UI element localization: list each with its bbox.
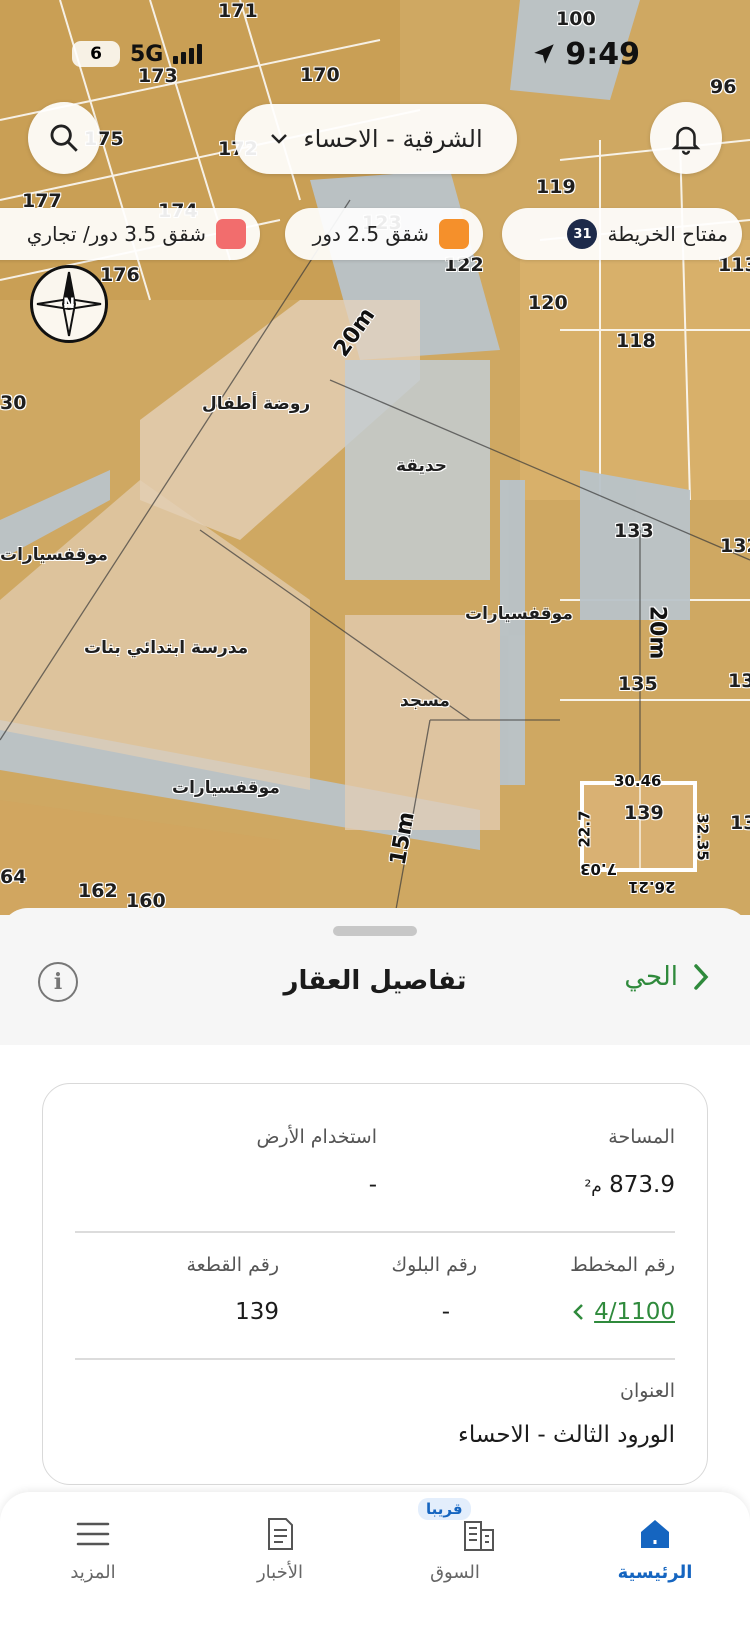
plot-number: 170 xyxy=(300,64,340,86)
legend-swatch xyxy=(216,219,246,249)
legend-swatch xyxy=(439,219,469,249)
location-arrow-icon xyxy=(534,44,555,64)
plot-number: 64 xyxy=(0,866,27,888)
search-icon xyxy=(50,124,78,152)
plot-dimension: 22.7 xyxy=(575,810,594,848)
divider xyxy=(75,1358,675,1360)
plan-number-label: رقم المخطط xyxy=(570,1254,675,1276)
plot-number: 13 xyxy=(730,812,750,834)
battery-indicator: 6 xyxy=(72,41,120,67)
tab-more[interactable]: المزيد xyxy=(18,1492,168,1628)
plot-number-label: رقم القطعة xyxy=(186,1254,279,1276)
plot-number: 162 xyxy=(78,880,118,902)
plot-dimension: 7.03 xyxy=(580,860,618,878)
menu-icon xyxy=(76,1522,110,1546)
status-bar-right: 9:49 xyxy=(531,36,640,72)
document-icon xyxy=(268,1518,293,1550)
bottom-tab-bar: الرئيسية قريبا السوق الأخبار المزيد xyxy=(0,1492,750,1628)
label-parking: موقفسيارات xyxy=(465,604,573,624)
plot-number-value: 139 xyxy=(235,1299,279,1325)
label-parking: موقفسيارات xyxy=(0,545,108,565)
region-name: الشرقية - الاحساء xyxy=(303,125,483,153)
area-value: 873.9 م² xyxy=(584,1172,675,1198)
legend-item-apartments-3-5-commercial[interactable]: شقق 3.5 دور/ تجاري xyxy=(0,208,260,260)
map-view[interactable]: 171 100 96 173 170 175 172 177 174 123 1… xyxy=(0,0,750,915)
search-button[interactable] xyxy=(28,102,100,174)
legend-label: شقق 2.5 دور xyxy=(312,222,429,246)
label-mosque: مسجد xyxy=(400,691,450,711)
plot-number: 120 xyxy=(528,292,568,314)
map-legend-button[interactable]: مفتاح الخريطة 31 xyxy=(502,208,742,260)
block-number-value: - xyxy=(441,1299,450,1325)
tab-home-label: الرئيسية xyxy=(617,1562,693,1583)
neighborhood-link[interactable]: الحي xyxy=(624,962,710,992)
land-use-value: - xyxy=(368,1172,377,1198)
bell-icon xyxy=(671,126,701,155)
neighborhood-link-label: الحي xyxy=(624,962,678,992)
clock: 9:49 xyxy=(565,36,640,72)
plan-number-value: 4/1100 xyxy=(594,1299,675,1325)
chevron-right-icon xyxy=(694,964,709,990)
land-use-label: استخدام الأرض xyxy=(256,1126,377,1148)
tab-home[interactable]: الرئيسية xyxy=(580,1492,730,1628)
tab-more-label: المزيد xyxy=(70,1562,116,1583)
address-value: الورود الثالث - الاحساء xyxy=(458,1422,675,1448)
sheet-drag-handle[interactable] xyxy=(333,926,417,936)
area-number: 873.9 xyxy=(609,1172,675,1198)
plot-number: 171 xyxy=(218,0,258,22)
label-kindergarten: روضة أطفال xyxy=(202,394,311,414)
legend-label: شقق 3.5 دور/ تجاري xyxy=(26,222,206,246)
divider xyxy=(75,1231,675,1233)
area-unit: م² xyxy=(584,1177,602,1197)
tab-market-label: السوق xyxy=(430,1562,480,1583)
plot-dimension: 32.35 xyxy=(693,813,712,861)
block-number-label: رقم البلوك xyxy=(391,1254,477,1276)
property-info-card: المساحة 873.9 م² استخدام الأرض - رقم الم… xyxy=(42,1083,708,1485)
chevron-left-icon xyxy=(573,1304,583,1320)
compass-button[interactable]: N xyxy=(30,265,108,343)
notifications-button[interactable] xyxy=(650,102,722,174)
plot-number: 133 xyxy=(614,520,654,542)
plot-number: 135 xyxy=(618,673,658,695)
plot-number: 100 xyxy=(556,8,596,30)
region-selector[interactable]: الشرقية - الاحساء xyxy=(235,104,517,174)
legend-label: مفتاح الخريطة xyxy=(607,222,728,246)
buildings-icon xyxy=(464,1521,494,1551)
tab-news-label: الأخبار xyxy=(256,1562,303,1583)
plot-number: 118 xyxy=(616,330,656,352)
plot-dimension: 30.46 xyxy=(614,772,662,790)
label-parking: موقفسيارات xyxy=(172,778,280,798)
plot-dimension: 26.21 xyxy=(628,878,676,896)
plot-number: 176 xyxy=(100,264,140,286)
area-label: المساحة xyxy=(608,1126,675,1148)
plot-number: 96 xyxy=(710,76,737,98)
plot-number: 132 xyxy=(720,535,750,557)
tab-news[interactable]: الأخبار xyxy=(205,1492,355,1628)
plan-number-link[interactable]: 4/1100 xyxy=(572,1299,675,1325)
label-girls-school: مدرسة ابتدائي بنات xyxy=(84,638,249,658)
legend-item-apartments-2-5[interactable]: شقق 2.5 دور xyxy=(285,208,483,260)
address-label: العنوان xyxy=(619,1380,675,1402)
compass-icon: N xyxy=(36,271,102,337)
sheet-header: i تفاصيل العقار الحي xyxy=(0,948,750,1028)
street-width: 20m xyxy=(644,605,670,660)
status-bar-left: 6 5G xyxy=(72,36,203,72)
plot-number-selected: 139 xyxy=(624,802,664,824)
legend-count-badge: 31 xyxy=(567,219,598,249)
signal-icon xyxy=(173,44,203,64)
tab-market[interactable]: قريبا السوق xyxy=(380,1492,530,1628)
plot-number: 30 xyxy=(0,392,27,414)
chevron-down-icon xyxy=(271,134,288,144)
compass-letter: N xyxy=(63,296,75,312)
plot-number: 119 xyxy=(536,176,576,198)
plot-number: 13 xyxy=(728,670,750,692)
network-type: 5G xyxy=(130,41,164,67)
home-icon xyxy=(641,1520,669,1548)
label-park: حديقة xyxy=(396,456,447,476)
